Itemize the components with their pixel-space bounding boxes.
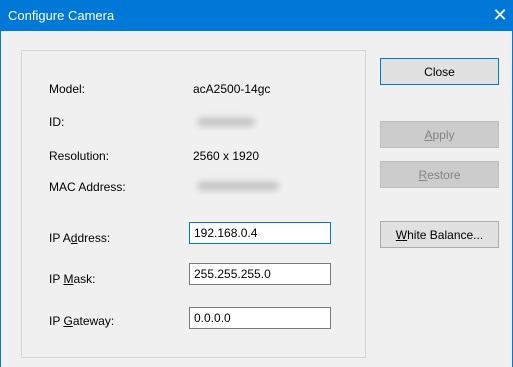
ip-address-field[interactable] [189,222,331,244]
id-value-redacted [197,117,255,127]
restore-button[interactable]: Restore [380,161,499,188]
close-window-icon[interactable]: ✕ [488,3,512,27]
resolution-value: 2560 x 1920 [193,149,260,163]
configure-camera-dialog: Configure Camera ✕ Model: acA2500-14gc I… [0,0,513,367]
apply-button[interactable]: Apply [380,121,499,148]
id-label: ID: [49,115,65,129]
ip-mask-field[interactable] [189,263,331,285]
resolution-label: Resolution: [49,149,110,163]
title-bar: Configure Camera ✕ [1,0,513,31]
mac-address-label: MAC Address: [49,180,126,194]
white-balance-button[interactable]: White Balance... [380,221,499,248]
ip-gateway-label: IP Gateway: [49,314,115,328]
window-title: Configure Camera [8,8,115,23]
ip-gateway-field[interactable] [189,307,331,329]
ip-address-label: IP Address: [49,231,111,245]
ip-mask-label: IP Mask: [49,272,96,286]
mac-address-value-redacted [197,181,279,191]
model-label: Model: [49,82,86,96]
model-value: acA2500-14gc [193,82,271,96]
close-button[interactable]: Close [380,58,499,85]
